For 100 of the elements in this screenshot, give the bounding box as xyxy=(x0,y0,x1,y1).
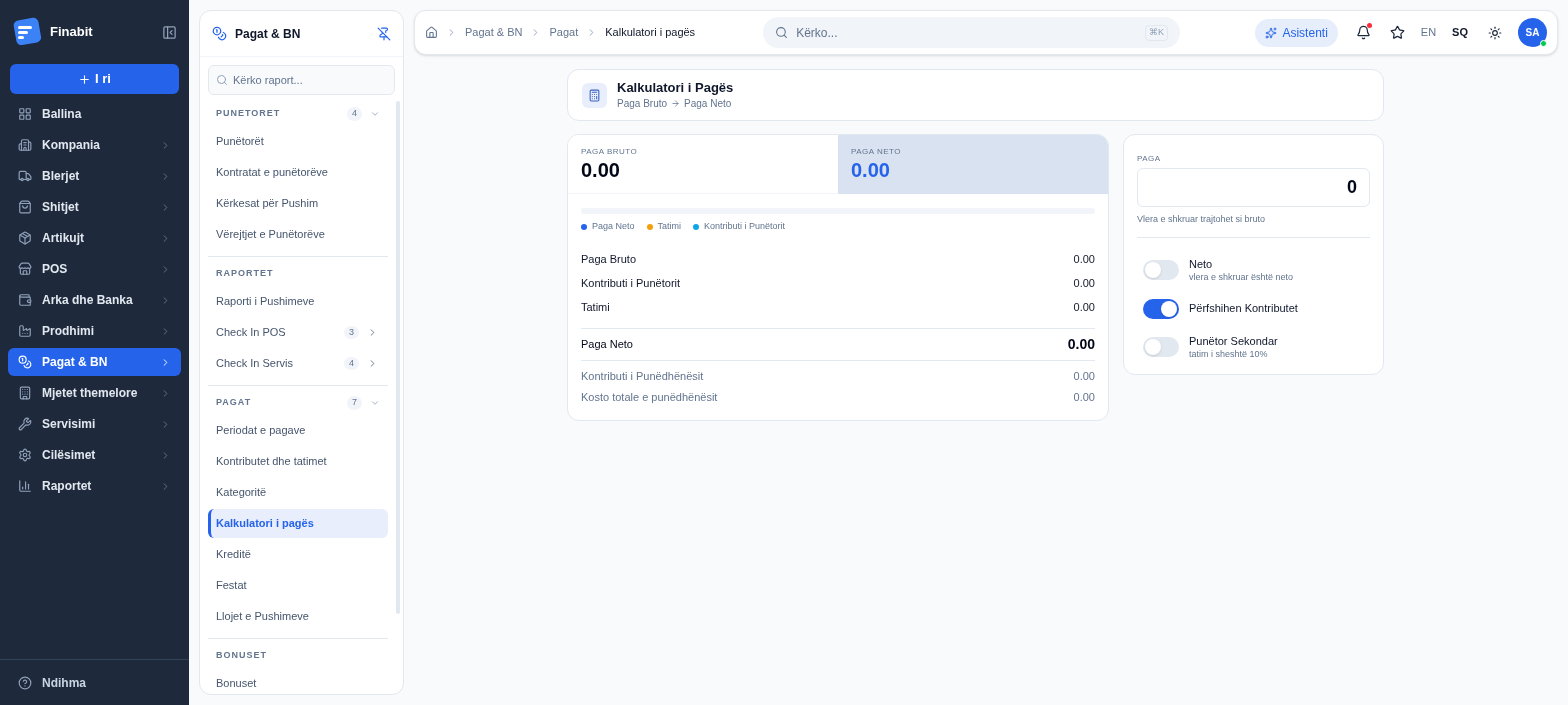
language-option[interactable]: SQ xyxy=(1448,24,1472,41)
row-label: Tatimi xyxy=(581,300,610,316)
section-heading: PUNETORET xyxy=(216,107,282,121)
subnav-item[interactable]: Check In Servis 4 xyxy=(208,349,388,378)
subnav-item[interactable]: Check In POS 3 xyxy=(208,318,388,347)
nav-item[interactable]: POS xyxy=(8,255,181,283)
field-label: PAGA xyxy=(1137,153,1162,165)
subnav-item[interactable]: Kreditë xyxy=(208,540,388,569)
wrench-icon xyxy=(18,417,32,431)
subnav-item[interactable]: Periodat e pagave xyxy=(208,416,388,445)
box-icon xyxy=(18,231,32,245)
toggle-switch[interactable] xyxy=(1143,298,1179,319)
row-value: 0.00 xyxy=(1073,276,1095,292)
collapse-sidebar-icon[interactable] xyxy=(162,24,177,40)
subnav-item[interactable]: Punëtorët xyxy=(208,127,388,156)
subnav-item[interactable]: Raporti i Pushimeve xyxy=(208,287,388,316)
nav-item[interactable]: Ballina xyxy=(8,100,181,128)
page-title: Kalkulatori i Pagës xyxy=(617,79,734,96)
help-icon xyxy=(18,675,32,690)
user-avatar[interactable]: SA xyxy=(1518,18,1547,47)
section-heading: RAPORTET xyxy=(216,267,275,281)
row-value: 0.00 xyxy=(1067,334,1095,354)
subpanel-title: Pagat & BN xyxy=(235,25,302,43)
wallet-icon xyxy=(18,293,32,307)
building-icon xyxy=(18,138,32,152)
subnav-item[interactable]: Kontributet dhe tatimet xyxy=(208,447,388,476)
summary-tile[interactable]: PAGA BRUTO 0.00 xyxy=(568,135,838,194)
keyboard-shortcut: ⌘K xyxy=(1145,25,1169,41)
row-label: Paga Bruto xyxy=(581,252,637,268)
app-name: Finabit xyxy=(50,23,94,42)
toggle-label: Përfshihen Kontributet xyxy=(1189,302,1298,315)
logo-icon xyxy=(12,17,42,47)
nav-item[interactable]: Raportet xyxy=(8,472,181,500)
toggle-label: Punëtor Sekondar xyxy=(1189,334,1278,348)
calculator-icon xyxy=(582,82,607,108)
nav-item[interactable]: Artikujt xyxy=(8,224,181,252)
coins-icon xyxy=(18,355,32,369)
nav-item[interactable]: Arka dhe Banka xyxy=(8,286,181,314)
bar-chart-icon xyxy=(18,479,32,493)
field-hint: Vlera e shkruar trajtohet si bruto xyxy=(1137,213,1267,226)
new-button[interactable]: I ri xyxy=(10,64,179,94)
subnav-item[interactable]: Kalkulatori i pagës xyxy=(208,509,388,538)
nav-item[interactable]: Kompania xyxy=(8,131,181,159)
row-label: Paga Neto xyxy=(581,336,633,352)
search-icon xyxy=(775,26,789,39)
row-label: Kontributi i Punëdhënësit xyxy=(581,369,704,385)
subnav-item[interactable]: Kategoritë xyxy=(208,478,388,507)
row-value: 0.00 xyxy=(1073,300,1095,316)
row-label: Kontributi i Punëtorit xyxy=(581,276,681,292)
legend-label: Kontributi i Punëtorit xyxy=(704,220,786,233)
section-heading: PAGAT xyxy=(216,396,253,410)
subnav-item[interactable]: Bonuset xyxy=(208,669,388,694)
count-badge: 3 xyxy=(344,325,359,340)
bell-icon[interactable] xyxy=(1356,25,1372,40)
nav-item[interactable]: Pagat & BN xyxy=(8,348,181,376)
theme-sun-icon[interactable] xyxy=(1488,25,1502,40)
row-label: Kosto totale e punëdhënësit xyxy=(581,389,718,405)
bag-icon xyxy=(18,200,32,214)
report-search-field[interactable]: Kërko raport... xyxy=(208,65,395,95)
nav-item[interactable]: Cilësimet xyxy=(8,441,181,469)
toggle-description: tatim i sheshtë 10% xyxy=(1189,347,1269,360)
count-badge: 4 xyxy=(344,356,359,371)
star-icon[interactable] xyxy=(1389,25,1405,40)
toggle-switch[interactable] xyxy=(1143,260,1179,280)
settings-icon xyxy=(18,448,32,462)
nav-item[interactable]: Mjetet themelore xyxy=(8,379,181,407)
truck-icon xyxy=(18,169,32,183)
language-option[interactable]: EN xyxy=(1416,24,1441,41)
toggle-label: Neto xyxy=(1189,257,1214,271)
count-badge: 4 xyxy=(347,107,362,121)
assistant-button[interactable]: Asistenti xyxy=(1255,18,1338,47)
row-value: 0.00 xyxy=(1073,389,1095,405)
nav-item[interactable]: Prodhimi xyxy=(8,317,181,345)
home-icon[interactable] xyxy=(425,26,438,39)
subnav-item[interactable]: Vërejtjet e Punëtorëve xyxy=(208,220,388,249)
office-building-icon xyxy=(18,386,32,400)
section-heading: BONUSET xyxy=(216,649,268,663)
toggle-description: vlera e shkruar është neto xyxy=(1189,270,1294,283)
nav-item[interactable]: Servisimi xyxy=(8,410,181,438)
subnav-item[interactable]: Festat xyxy=(208,571,388,600)
help-link[interactable]: Ndihma xyxy=(42,673,86,692)
grid-icon xyxy=(18,107,32,121)
row-value: 0.00 xyxy=(1073,252,1095,268)
toggle-switch[interactable] xyxy=(1143,337,1179,357)
factory-icon xyxy=(18,324,32,338)
unpin-icon[interactable] xyxy=(377,26,391,41)
breadcrumb-link[interactable]: Pagat xyxy=(549,24,579,41)
arrow-right-icon xyxy=(671,99,681,108)
subnav-item[interactable]: Llojet e Pushimeve xyxy=(208,602,388,631)
subnav-item[interactable]: Kontratat e punëtorëve xyxy=(208,158,388,187)
subnav-item[interactable]: Kërkesat për Pushim xyxy=(208,189,388,218)
nav-item[interactable]: Blerjet xyxy=(8,162,181,190)
summary-tile[interactable]: PAGA NETO 0.00 xyxy=(838,135,1108,194)
search-icon xyxy=(216,74,228,86)
breadcrumb-link[interactable]: Pagat & BN xyxy=(465,24,523,41)
coins-icon xyxy=(212,26,227,41)
nav-item[interactable]: Shitjet xyxy=(8,193,181,221)
page-subtitle-from: Paga Bruto xyxy=(617,97,668,111)
page-subtitle-to: Paga Neto xyxy=(684,97,732,111)
salary-input-field[interactable]: 0 xyxy=(1137,168,1370,207)
